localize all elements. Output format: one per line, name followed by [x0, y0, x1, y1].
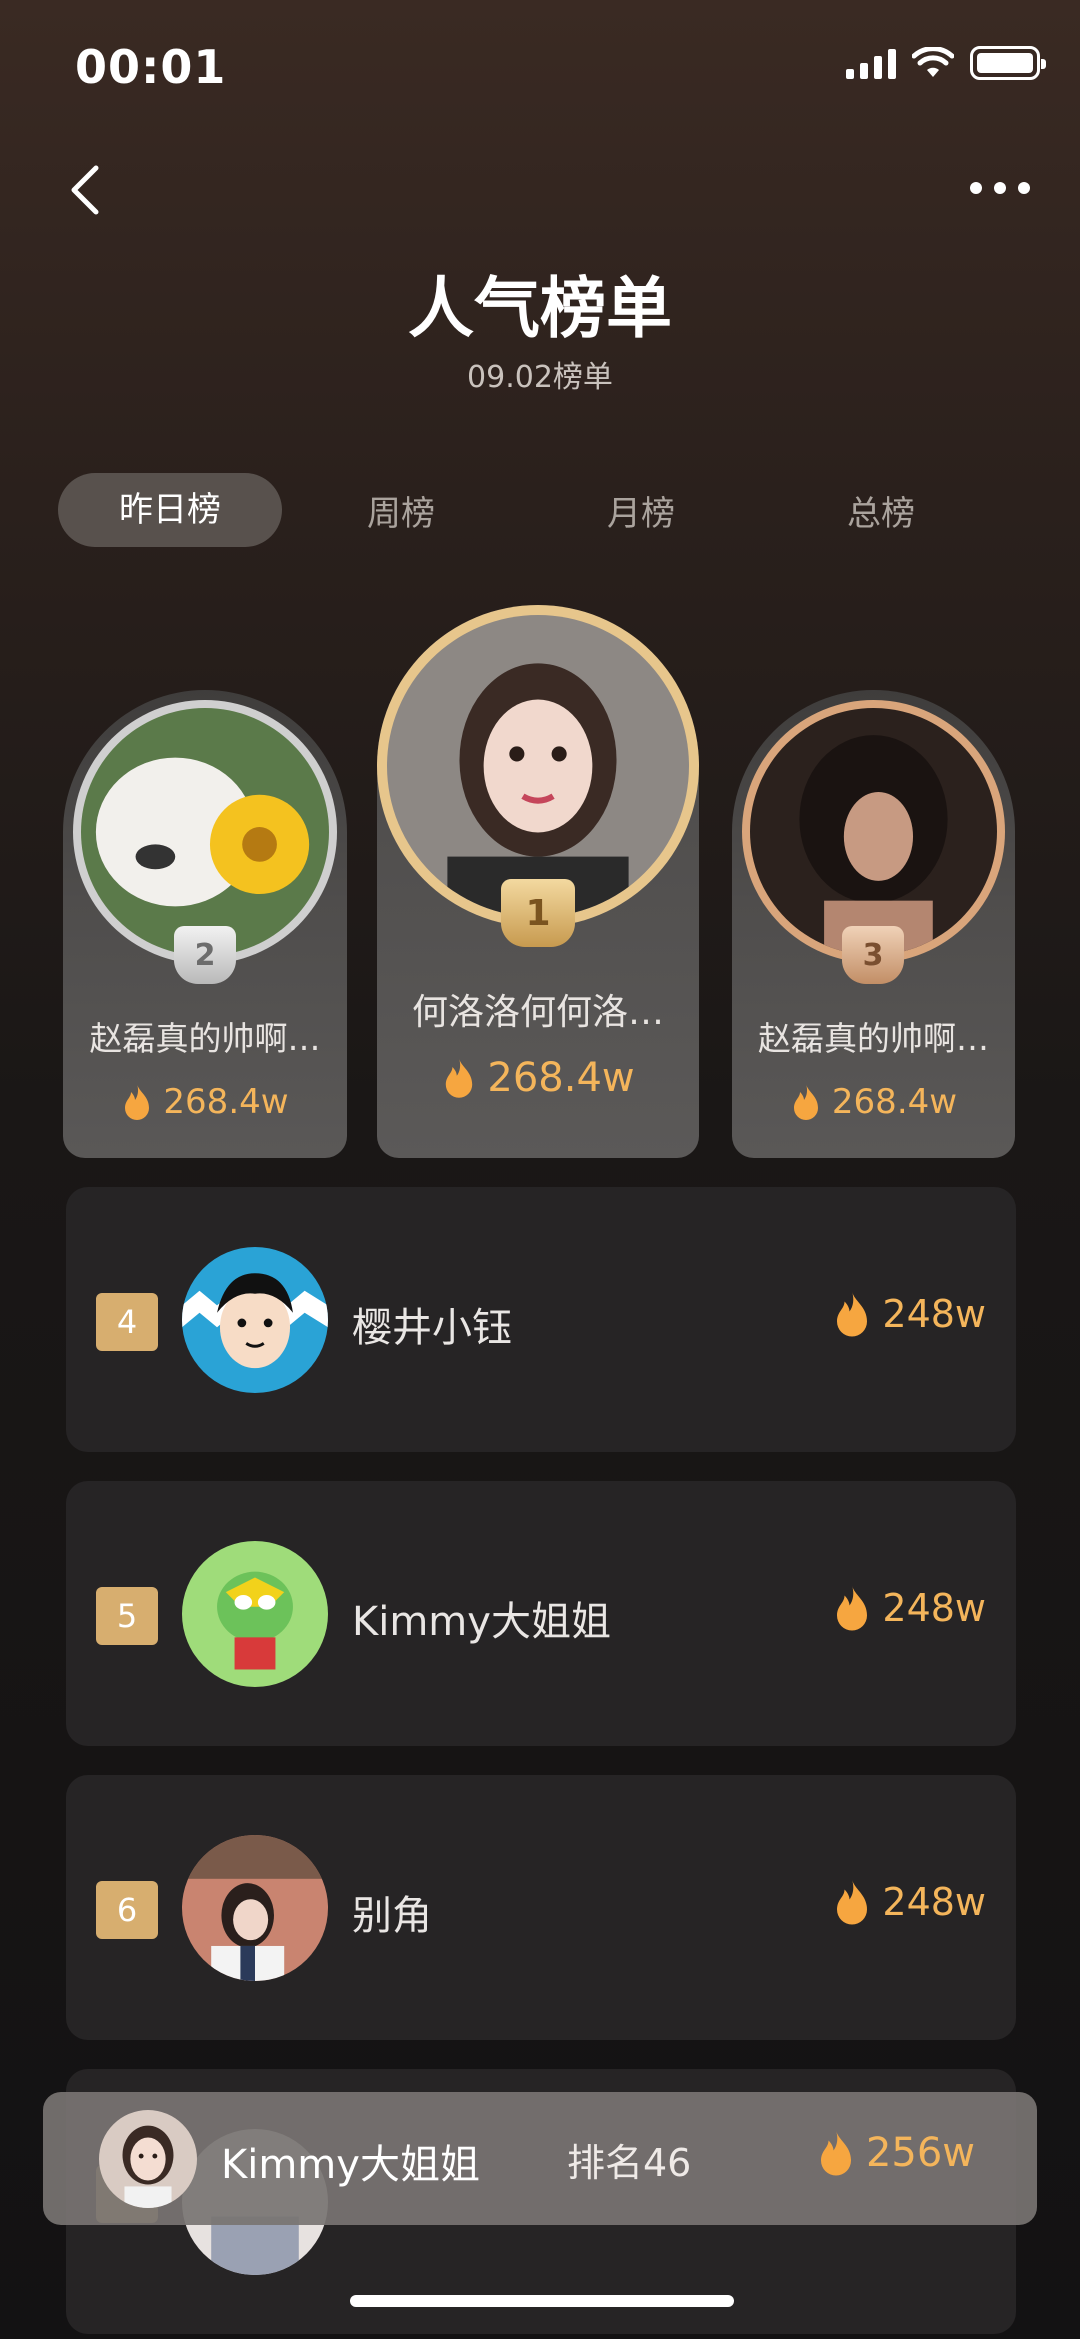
cartoon-boy-avatar-image [182, 1247, 328, 1393]
podium-score-value: 268.4w [487, 1055, 635, 1101]
my-rank-bar[interactable]: Kimmy大姐姐 排名46 256w [43, 2092, 1037, 2225]
row-name: Kimmy大姐姐 [352, 1599, 611, 1645]
signal-icon [846, 47, 896, 79]
girl-photo-avatar-image [182, 1835, 328, 1981]
fire-icon [837, 1291, 868, 1337]
girl-avatar-image [387, 615, 689, 917]
tab-weekly[interactable]: 周榜 [367, 486, 435, 535]
page-title: 人气榜单 [408, 270, 672, 347]
tab-yesterday[interactable]: 昨日榜 [58, 473, 282, 547]
page-subtitle: 09.02榜单 [467, 360, 613, 395]
avatar [73, 700, 337, 964]
row-score: 248w [832, 1877, 986, 1927]
podium-card-rank-2[interactable]: 2 赵磊真的帅啊… 268.4w [63, 690, 347, 1158]
podium-score-rank-1: 268.4w [377, 1055, 699, 1101]
my-rank: 排名46 [567, 2141, 692, 2185]
podium-name-rank-2: 赵磊真的帅啊… [89, 1019, 321, 1058]
rank-1-medal-icon: 1 [501, 879, 575, 947]
row-score: 248w [832, 1583, 986, 1633]
rank-badge: 4 [96, 1293, 158, 1351]
battery-icon [970, 46, 1046, 80]
podium-score-value: 268.4w [831, 1082, 958, 1122]
status-icons [846, 46, 1046, 80]
podium-score-rank-3: 268.4w [732, 1082, 1015, 1122]
podium-card-rank-3[interactable]: 3 赵磊真的帅啊… 268.4w [732, 690, 1015, 1158]
rank-2-medal-icon: 2 [174, 926, 236, 984]
fire-icon [793, 1084, 818, 1120]
podium-score-rank-2: 268.4w [63, 1082, 347, 1122]
more-options-icon[interactable] [970, 182, 1030, 194]
list-item[interactable]: 4 樱井小钰 248w [66, 1187, 1016, 1452]
my-name: Kimmy大姐姐 [221, 2142, 480, 2188]
fire-icon [125, 1084, 150, 1120]
fire-icon [837, 1585, 868, 1631]
back-arrow-icon[interactable] [60, 160, 120, 220]
fire-icon [446, 1058, 473, 1098]
my-score-value: 256w [865, 2130, 975, 2176]
avatar [742, 700, 1005, 963]
rank-badge: 5 [96, 1587, 158, 1645]
dog-avatar-image [81, 708, 329, 956]
wifi-icon [912, 47, 954, 77]
rank-badge: 6 [96, 1881, 158, 1939]
podium-score-value: 268.4w [163, 1082, 289, 1122]
podium-card-rank-1[interactable]: 1 何洛洛何何洛… 268.4w [377, 605, 699, 1158]
podium-name-rank-3: 赵磊真的帅啊… [758, 1019, 989, 1058]
fire-icon [820, 2130, 851, 2176]
my-score: 256w [816, 2128, 975, 2178]
row-score-value: 248w [882, 1586, 986, 1630]
home-indicator [350, 2295, 734, 2307]
status-time: 00:01 [75, 40, 227, 94]
row-name: 别角 [352, 1893, 432, 1939]
list-item[interactable]: 6 别角 248w [66, 1775, 1016, 2040]
list-item[interactable]: 5 Kimmy大姐姐 248w [66, 1481, 1016, 1746]
row-score: 248w [832, 1289, 986, 1339]
woman-avatar-image [750, 708, 997, 955]
row-name: 樱井小钰 [352, 1305, 512, 1351]
row-score-value: 248w [882, 1292, 986, 1336]
my-avatar-image [99, 2110, 197, 2208]
podium-name-rank-1: 何洛洛何何洛… [411, 992, 664, 1033]
tab-monthly[interactable]: 月榜 [607, 486, 675, 535]
rank-3-medal-icon: 3 [842, 926, 904, 984]
tab-total[interactable]: 总榜 [847, 486, 915, 535]
fire-icon [837, 1879, 868, 1925]
luchador-cartoon-avatar-image [182, 1541, 328, 1687]
ranking-tabs: 昨日榜 周榜 月榜 总榜 [58, 473, 1023, 547]
row-score-value: 248w [882, 1880, 986, 1924]
